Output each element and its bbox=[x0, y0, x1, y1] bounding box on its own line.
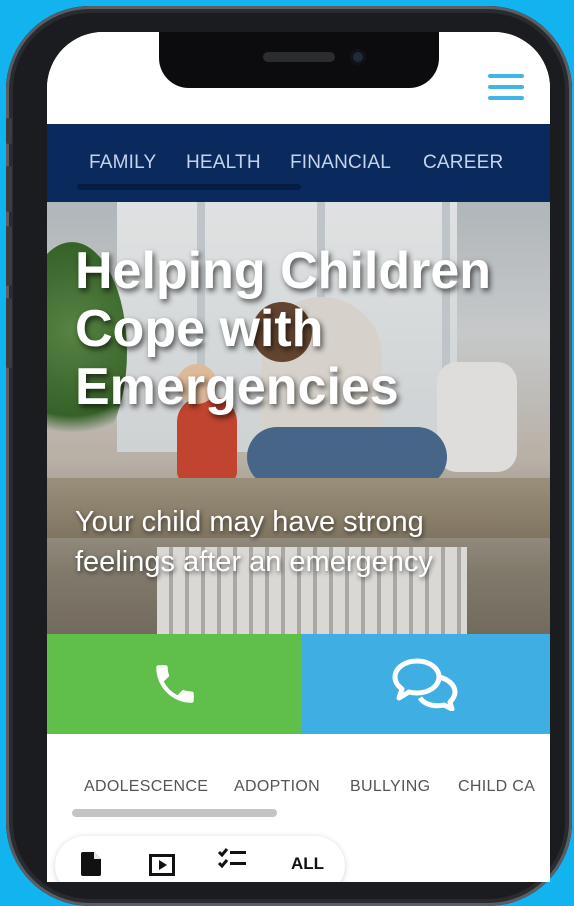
chat-button[interactable] bbox=[302, 634, 550, 734]
video-icon[interactable] bbox=[149, 854, 175, 876]
phone-icon bbox=[155, 665, 194, 703]
volume-up-button bbox=[6, 166, 12, 212]
mute-switch bbox=[6, 118, 12, 144]
topics-scrollbar[interactable] bbox=[72, 809, 277, 817]
call-button[interactable] bbox=[47, 634, 302, 734]
screen: FAMILY HEALTH FINANCIAL CAREER Helping C… bbox=[47, 32, 550, 882]
side-button bbox=[6, 298, 12, 368]
hero-subtitle: Your child may have strong feelings afte… bbox=[75, 506, 433, 578]
tab-career[interactable]: CAREER bbox=[423, 152, 503, 174]
hamburger-menu-icon[interactable] bbox=[488, 74, 524, 100]
speaker-grille bbox=[263, 52, 335, 62]
chat-bubbles-icon bbox=[392, 658, 458, 711]
topics-section: ADOLESCENCE ADOPTION BULLYING CHILD CA A… bbox=[47, 734, 550, 882]
checklist-icon[interactable] bbox=[218, 848, 248, 874]
filter-all[interactable]: ALL bbox=[291, 854, 324, 874]
phone-frame: FAMILY HEALTH FINANCIAL CAREER Helping C… bbox=[6, 6, 572, 906]
topic-adoption[interactable]: ADOPTION bbox=[234, 778, 320, 796]
nav-scroll-indicator[interactable] bbox=[77, 184, 301, 190]
hero-title: Helping Children Cope with Emergencies bbox=[75, 242, 491, 416]
tab-family[interactable]: FAMILY bbox=[89, 152, 156, 174]
topic-adolescence[interactable]: ADOLESCENCE bbox=[84, 778, 208, 796]
category-nav: FAMILY HEALTH FINANCIAL CAREER bbox=[47, 124, 550, 202]
content-type-filters: ALL bbox=[55, 836, 345, 882]
document-icon[interactable] bbox=[81, 852, 101, 876]
topic-child-care[interactable]: CHILD CA bbox=[458, 778, 535, 796]
volume-down-button bbox=[6, 226, 12, 286]
tab-health[interactable]: HEALTH bbox=[186, 152, 261, 174]
tab-financial[interactable]: FINANCIAL bbox=[290, 152, 391, 174]
notch bbox=[159, 32, 439, 88]
topic-bullying[interactable]: BULLYING bbox=[350, 778, 430, 796]
hero-banner[interactable]: Helping Children Cope with Emergencies Y… bbox=[47, 202, 550, 634]
camera-icon bbox=[350, 49, 366, 65]
